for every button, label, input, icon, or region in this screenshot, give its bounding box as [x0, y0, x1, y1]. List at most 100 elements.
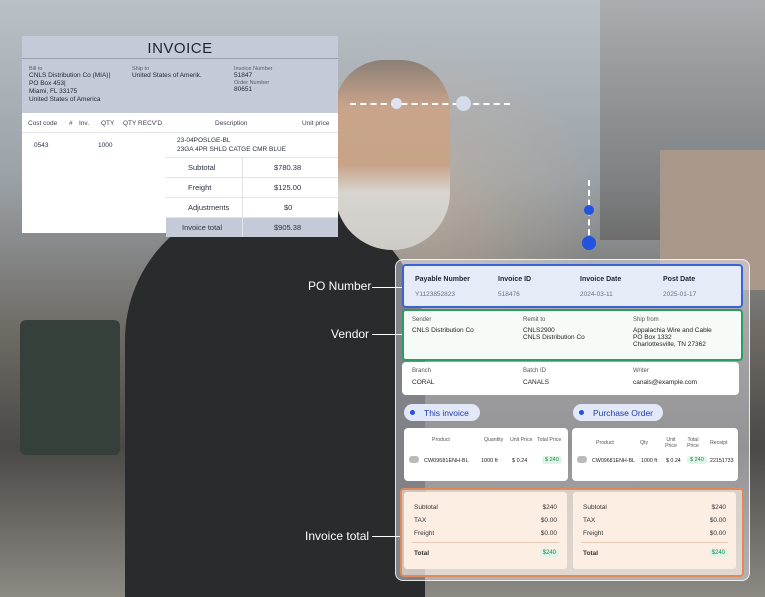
connector-dot	[391, 98, 402, 109]
col-qty-recvd: QTY RECV'D	[123, 120, 163, 127]
po-col-receipt: Receipt	[710, 440, 728, 446]
row-description-2: 23GA 4PR SHLD CATGE CMR BLUE	[177, 146, 286, 153]
sender-value: CNLS Distribution Co	[412, 327, 474, 334]
summary-this-invoice: Subtotal $240 TAX $0.00 Freight $0.00 To…	[404, 492, 567, 569]
ship-from-line-3: Charlottesville, TN 27362	[633, 341, 706, 348]
remit-to-label: Remit to	[523, 317, 546, 323]
col-cost-code: Cost code	[28, 120, 58, 127]
ti-total: $ 240	[542, 456, 562, 464]
this-invoice-table: Product Quantity Unit Price Total Price …	[404, 428, 568, 481]
bill-to-line-3: Miami, FL 33175	[29, 88, 78, 95]
sr-total-value: $240	[708, 549, 728, 557]
row-description-1: 23-04POSLGE-BL	[177, 137, 231, 144]
po-unit-price: $ 0.24	[666, 458, 681, 464]
tab-this-invoice[interactable]: This invoice	[404, 404, 480, 421]
freight-label: Freight	[188, 183, 212, 192]
sl-tax-value: $0.00	[540, 517, 557, 524]
callout-vendor: Vendor	[331, 327, 370, 341]
summary-purchase-order: Subtotal $240 TAX $0.00 Freight $0.00 To…	[573, 492, 736, 569]
sl-subtotal-value: $240	[542, 504, 557, 511]
invoice-document: INVOICE Bill to CNLS Distribution Co (MI…	[22, 36, 338, 237]
vendor-card: Sender CNLS Distribution Co Remit to CNL…	[402, 309, 743, 361]
post-date-header: Post Date	[663, 276, 696, 283]
sl-tax-label: TAX	[414, 517, 427, 524]
sl-freight-label: Freight	[414, 530, 435, 537]
summary-divider	[581, 542, 728, 543]
sr-tax-value: $0.00	[709, 517, 726, 524]
bill-to-line-4: United States of America	[29, 96, 101, 103]
sl-freight-value: $0.00	[540, 530, 557, 537]
po-col-qty: Qty	[640, 440, 649, 446]
callout-po-number: PO Number	[308, 279, 372, 293]
branch-label: Branch	[412, 368, 432, 374]
col-description: Description	[215, 120, 248, 127]
row-qty: 1000	[98, 142, 113, 149]
invoice-date-value: 2024-03-11	[580, 291, 613, 298]
order-number: 80651	[234, 86, 253, 93]
connector-dot-blue	[584, 205, 594, 215]
po-total: $ 240	[687, 456, 707, 464]
invoice-total-row: Invoice total $905.38	[166, 217, 338, 237]
po-receipt: 22151733	[710, 458, 734, 464]
branch-value: CORAL	[412, 379, 435, 386]
sr-total-label: Total	[583, 550, 599, 557]
col-qty: QTY	[101, 120, 115, 127]
connector-dot-blue-large	[582, 236, 596, 250]
sl-subtotal-label: Subtotal	[414, 504, 438, 511]
person-head	[335, 60, 450, 250]
cable-icon	[577, 456, 587, 463]
invoice-total-label: Invoice total	[182, 223, 223, 232]
subtotal-value: $780.38	[274, 163, 302, 172]
tab-purchase-order[interactable]: Purchase Order	[573, 404, 663, 421]
po-col-total-price: Total Price	[687, 437, 699, 449]
invoice-date-header: Invoice Date	[580, 276, 622, 283]
ti-col-quantity: Quantity	[484, 437, 504, 443]
person-jacket	[125, 200, 425, 597]
po-product: CW09681ENH-BL	[592, 458, 635, 464]
po-col-unit-price: Unit Price	[665, 437, 677, 449]
invoice-id-value: 518476	[498, 291, 520, 298]
col-inv: Inv.	[79, 120, 89, 127]
payable-number-header: Payable Number	[415, 276, 470, 283]
freight-value: $125.00	[274, 183, 302, 192]
sr-tax-label: TAX	[583, 517, 596, 524]
invoice-totals: Subtotal $780.38 Freight $125.00 Adjustm…	[166, 157, 338, 237]
sr-freight-value: $0.00	[709, 530, 726, 537]
col-hash: #	[69, 120, 73, 127]
adjustments-value: $0	[284, 203, 293, 212]
bullet-icon	[410, 410, 415, 415]
batch-id-value: CANALS	[523, 379, 550, 386]
invoice-total-value: $905.38	[274, 223, 302, 232]
po-number-card: Payable Number Invoice ID Invoice Date P…	[402, 264, 743, 308]
sr-subtotal-label: Subtotal	[583, 504, 607, 511]
bill-to-line-2: PO Box 453|	[29, 80, 66, 87]
po-col-product: Product	[596, 440, 614, 446]
invoice-number: 51847	[234, 72, 253, 79]
invoice-title-divider	[22, 58, 338, 59]
sr-freight-label: Freight	[583, 530, 604, 537]
bill-to-line-1: CNLS Distribution Co (MIA)|	[29, 72, 111, 79]
connector-dot-large	[456, 96, 471, 111]
invoice-id-header: Invoice ID	[498, 276, 532, 283]
sr-subtotal-value: $240	[711, 504, 726, 511]
background-bin	[20, 320, 120, 455]
col-unit-price: Unit price	[302, 120, 330, 127]
connector-horizontal	[350, 103, 510, 105]
table-divider	[22, 132, 338, 133]
writer-label: Writer	[633, 368, 649, 374]
tab-purchase-order-label: Purchase Order	[593, 408, 653, 418]
adjustments-row: Adjustments $0	[166, 197, 338, 217]
sl-total-label: Total	[414, 550, 430, 557]
purchase-order-table: Product Qty Unit Price Total Price Recei…	[572, 428, 738, 481]
remit-to-line-2: CNLS Distribution Co	[523, 334, 585, 341]
sender-label: Sender	[412, 317, 432, 323]
invoice-header: INVOICE Bill to CNLS Distribution Co (MI…	[22, 36, 338, 113]
post-date-value: 2025-01-17	[663, 291, 697, 298]
sl-total-value: $240	[539, 549, 559, 557]
batch-id-label: Batch ID	[523, 368, 547, 374]
ti-col-unit-price: Unit Price	[510, 437, 533, 443]
adjustments-label: Adjustments	[188, 203, 230, 212]
ti-col-total-price: Total Price	[537, 437, 562, 443]
ship-to-value: United States of Amerik.	[132, 72, 202, 79]
cable-icon	[409, 456, 419, 463]
